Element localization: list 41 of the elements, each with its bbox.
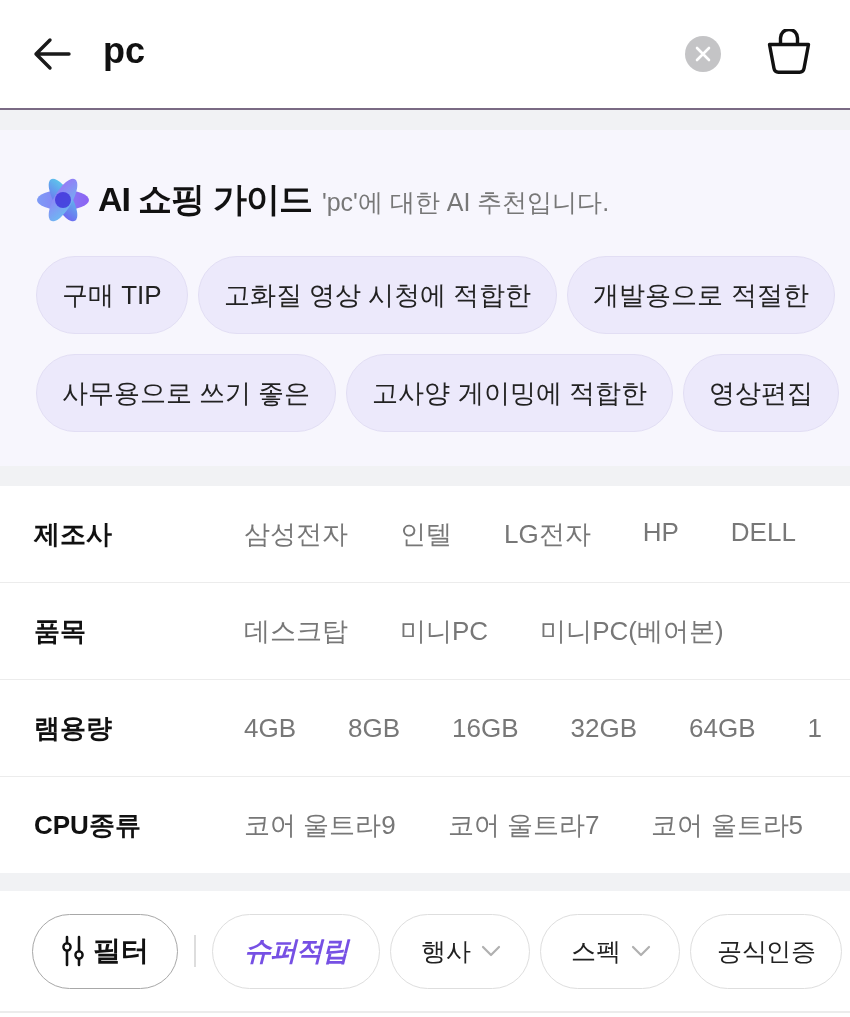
filter-option[interactable]: 데스크탑	[244, 613, 348, 649]
filter-option[interactable]: 미니PC	[400, 613, 489, 649]
filter-option[interactable]: 16GB	[452, 712, 519, 744]
chevron-down-icon	[481, 945, 501, 957]
search-field[interactable]: pc	[103, 27, 675, 81]
filter-option[interactable]: 코어 울트라9	[244, 807, 396, 843]
filter-label: 제조사	[34, 517, 113, 551]
filter-option[interactable]: 8GB	[348, 712, 401, 744]
filter-label: 품목	[34, 614, 87, 648]
dropdown-chip[interactable]: 행사	[390, 913, 530, 989]
promo-chip[interactable]: 슈퍼적립	[212, 913, 380, 989]
filter-option[interactable]: 코어 울트라7	[447, 807, 600, 843]
dropdown-chip[interactable]: 스펙	[540, 913, 680, 989]
bag-icon[interactable]	[767, 29, 811, 75]
petals-logo-icon	[36, 176, 90, 224]
filter-option[interactable]: 32GB	[570, 712, 638, 744]
filter-option[interactable]: DELL	[730, 516, 796, 552]
suggestion-chip[interactable]: 사무용으로 쓰기 좋은	[36, 354, 337, 432]
filter-option[interactable]: HP	[642, 516, 679, 552]
suggestion-chip[interactable]: 고화질 영상 시청에 적합한	[197, 256, 558, 334]
suggestion-chip[interactable]: 고사양 게이밍에 적합한	[346, 354, 673, 432]
guide-title: AI 쇼핑 가이드	[98, 179, 312, 220]
suggestion-chip[interactable]: 개발용으로 적절한	[567, 256, 835, 334]
suggestion-chip[interactable]: 영상편집	[682, 354, 839, 432]
filter-chip[interactable]: 공식인증	[690, 913, 842, 989]
filter-option[interactable]: 미니PC(베어본)	[540, 613, 724, 649]
guide-subtitle: 'pc'에 대한 AI 추천입니다.	[321, 186, 610, 218]
filter-option[interactable]: 삼성전자	[244, 516, 348, 552]
back-icon[interactable]	[32, 37, 72, 71]
filter-option[interactable]: 1	[807, 712, 823, 744]
filter-option[interactable]: 64GB	[689, 712, 756, 744]
filter-option[interactable]: 코어 울트라5	[651, 807, 804, 843]
chevron-down-icon	[631, 945, 651, 957]
sliders-icon	[61, 935, 85, 967]
filter-button[interactable]: 필터	[32, 913, 178, 989]
filter-option[interactable]: LG전자	[504, 516, 591, 552]
filter-label: 램용량	[34, 711, 113, 745]
suggestion-chip[interactable]: 구매 TIP	[36, 256, 188, 334]
filter-option[interactable]: 인텔	[400, 516, 452, 552]
filter-label: CPU종류	[34, 808, 142, 842]
filter-option[interactable]: 4GB	[244, 712, 297, 744]
